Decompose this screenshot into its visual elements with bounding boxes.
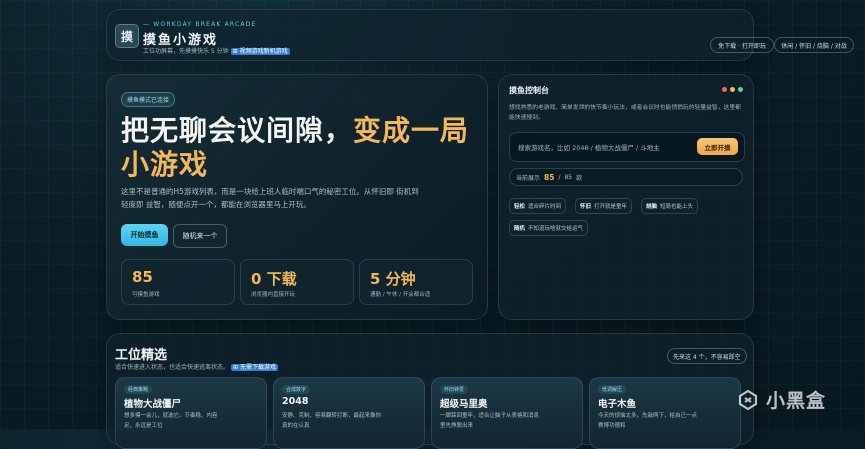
count-unit: 款: [576, 174, 583, 182]
console-description: 想找熟悉的老游戏、简单发泄的快节奏小玩法，或者会议时也能悄悄玩的轻量益智，这里都…: [509, 105, 741, 121]
hero-title: 把无聊会议间隙，变成一局小游戏: [121, 114, 477, 182]
filter-chip-brain[interactable]: 烧脑 短局也能上头: [641, 198, 699, 214]
heybox-logo-icon: [738, 389, 758, 410]
stat-value: 0 下载: [251, 270, 297, 288]
card-description: 一脚踩回童年，适合让脑子从表格和消息里先挣脱出来: [440, 413, 540, 429]
game-count-display: 当前展示 85 / 85 款: [509, 168, 743, 186]
stat-value: 85: [132, 268, 153, 286]
count-prefix: 当前展示: [516, 174, 541, 182]
card-title: 超级马里奥: [440, 399, 488, 410]
game-card-pvz[interactable]: 经典策略 植物大战僵尸 想多摸一会儿，就选它。节奏稳、内容足，永远是工位: [115, 377, 267, 449]
hero-description: 这里不是普通的H5游戏列表，而是一块给上班人临时喘口气的秘密工位。从怀旧即 街机…: [121, 187, 419, 209]
count-current: 85: [544, 172, 555, 182]
stat-duration: 5 分钟 通勤 / 午休 / 开会都合适: [359, 259, 473, 305]
header-subtitle-text: 工位功屏幕，先摸摸快乐 5 分钟: [143, 48, 229, 55]
stat-no-download: 0 下载 浏览器内直接开玩: [240, 259, 354, 305]
header-subtitle: 工位功屏幕，先摸摸快乐 5 分钟 ⊞ 视频游戏新机游戏: [143, 46, 290, 55]
status-badge: 摸鱼模式已连接: [121, 92, 176, 107]
watermark-text: 小黑盒: [766, 390, 827, 412]
card-title: 电子木鱼: [598, 399, 637, 410]
chip-tag: 轻松: [514, 204, 526, 210]
card-tag: 经典策略: [124, 385, 153, 394]
stat-games-count: 85 可摸鱼游戏: [121, 259, 235, 305]
watermark: 小黑盒: [736, 386, 826, 413]
card-tag: 怀旧钟爱: [440, 385, 469, 394]
green-dot-icon: [738, 87, 743, 92]
hero-title-accent1: 变成一: [353, 114, 441, 147]
stat-label: 可摸鱼游戏: [132, 292, 160, 298]
chip-tag: 烧脑: [646, 204, 658, 210]
chip-text: 短局也能上头: [660, 204, 694, 210]
chip-tag: 随机: [514, 226, 526, 232]
section-subtitle: 适合快速进入状态，也适合快速逃离状态。 ⊞ 无需下载游戏: [115, 362, 278, 371]
console-title: 摸鱼控制台: [509, 86, 549, 95]
hero-title-part1: 把无聊会议间隙，: [121, 114, 354, 147]
card-description: 今天的烦恼太多，先敲两下，给自己一点赛博功德和: [598, 413, 698, 429]
card-description: 安静、克制、容易翻转打断，最起来像你真的在认真: [282, 413, 382, 429]
window-dots: [722, 87, 743, 92]
header-subtitle-link[interactable]: ⊞ 视频游戏新机游戏: [230, 48, 290, 55]
chip-text: 打开就是童年: [594, 204, 628, 210]
stat-label: 浏览器内直接开玩: [251, 292, 296, 298]
yellow-dot-icon: [730, 87, 735, 92]
filter-chip-casual[interactable]: 轻松 适合碎片时间: [509, 198, 567, 214]
site-header: 摸 — WORKDAY BREAK ARCADE 摸鱼小游戏 工位功屏幕，先摸摸…: [106, 9, 854, 61]
chip-text: 适合碎片时间: [528, 204, 562, 210]
card-title: 2048: [282, 396, 309, 407]
game-card-2048[interactable]: 合成数字 2048 安静、克制、容易翻转打断，最起来像你真的在认真: [273, 377, 425, 449]
control-console: 摸鱼控制台 想找熟悉的老游戏、简单发泄的快节奏小玩法，或者会议时也能悄悄玩的轻量…: [498, 74, 754, 320]
chip-text: 不知道玩啥就交给运气: [528, 226, 584, 232]
section-subtitle-text: 适合快速进入状态，也适合快速逃离状态。: [115, 364, 230, 371]
pill-categories[interactable]: 休闲 / 怀旧 / 烧脑 / 对战: [774, 37, 854, 53]
search-bar: 立即开摸: [509, 132, 745, 162]
game-card-woodfish[interactable]: 低调解压 电子木鱼 今天的烦恼太多，先敲两下，给自己一点赛博功德和: [589, 377, 741, 449]
featured-section: 工位精选 适合快速进入状态，也适合快速逃离状态。 ⊞ 无需下载游戏 先来这 4 个…: [106, 333, 754, 449]
game-card-mario[interactable]: 怀旧钟爱 超级马里奥 一脚踩回童年，适合让脑子从表格和消息里先挣脱出来: [431, 377, 583, 449]
card-title: 植物大战僵尸: [124, 399, 182, 410]
section-subtitle-link[interactable]: ⊞ 无需下载游戏: [231, 364, 278, 371]
hero-section: 摸鱼模式已连接 把无聊会议间隙，变成一局小游戏 这里不是普通的H5游戏列表，而是…: [106, 74, 488, 320]
count-separator: /: [558, 173, 561, 181]
pill-no-download[interactable]: 免下载 · 打开即玩: [710, 37, 774, 53]
search-button[interactable]: 立即开摸: [697, 138, 738, 155]
count-total: 85: [564, 173, 573, 181]
card-tag: 合成数字: [282, 385, 311, 394]
card-description: 想多摸一会儿，就选它。节奏稳、内容足，永远是工位: [124, 413, 218, 429]
filter-chip-random[interactable]: 随机 不知道玩啥就交给运气: [509, 220, 589, 236]
filter-chip-retro[interactable]: 怀旧 打开就是童年: [575, 198, 633, 214]
card-tag: 低调解压: [598, 385, 627, 394]
chip-tag: 怀旧: [580, 204, 592, 210]
search-input[interactable]: [516, 140, 690, 156]
start-button[interactable]: 开始摸鱼: [121, 224, 168, 246]
stat-value: 5 分钟: [370, 270, 416, 288]
pill-random-four[interactable]: 先来这 4 个，不容易踩空: [667, 348, 747, 364]
section-title: 工位精选: [115, 348, 168, 363]
random-button[interactable]: 随机来一个: [173, 224, 227, 248]
red-dot-icon: [722, 87, 727, 92]
site-logo[interactable]: 摸: [115, 24, 139, 48]
stat-label: 通勤 / 午休 / 开会都合适: [370, 292, 431, 298]
header-eyebrow: — WORKDAY BREAK ARCADE: [143, 21, 257, 28]
